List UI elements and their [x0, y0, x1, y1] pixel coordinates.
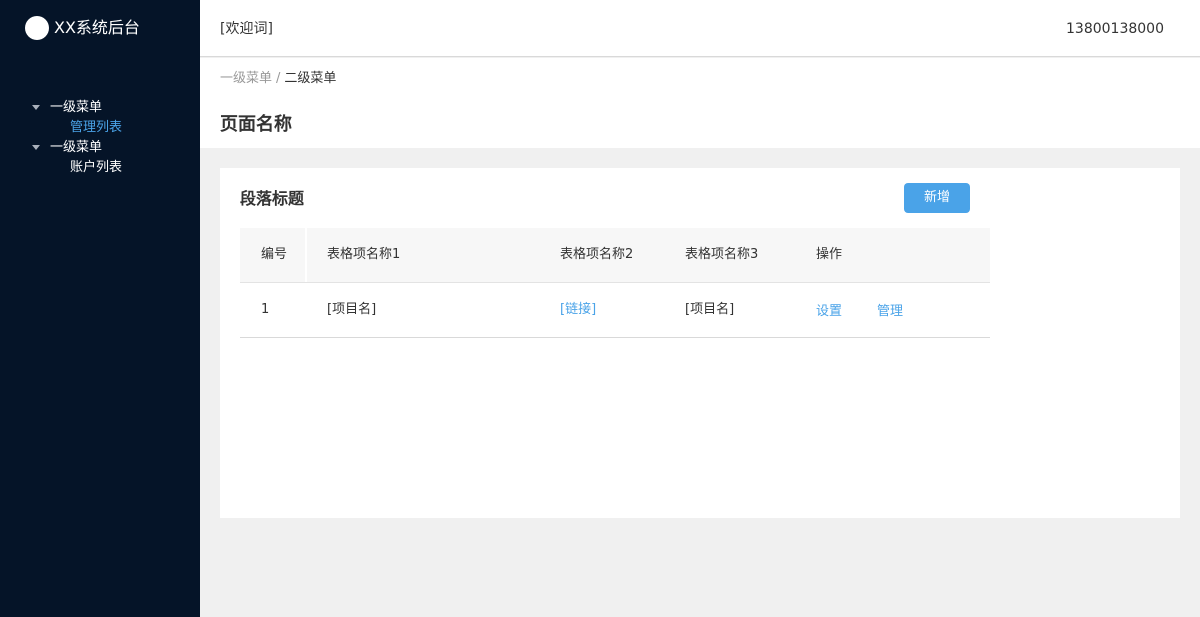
table-header-name2: 表格项名称2 [560, 247, 634, 262]
sidebar-group-1[interactable]: 一级菜单 [0, 98, 200, 118]
table-cell-link[interactable]: [链接] [560, 283, 596, 337]
app-title: XX系统后台 [54, 18, 140, 37]
table-cell-name3: [项目名] [685, 302, 735, 317]
table-header-name1: 表格项名称1 [327, 247, 401, 262]
page-title: 页面名称 [220, 114, 292, 135]
sidebar-group-label: 一级菜单 [50, 140, 103, 155]
settings-link[interactable]: 设置 [816, 285, 842, 339]
sidebar-menu: 一级菜单 管理列表 一级菜单 账户列表 [0, 98, 200, 178]
manage-link[interactable]: 管理 [877, 285, 903, 339]
caret-down-icon [32, 105, 40, 110]
table-cell-id: 1 [261, 302, 270, 317]
sidebar: XX系统后台 一级菜单 管理列表 一级菜单 账户列表 [0, 0, 200, 617]
table-header-row: 编号 表格项名称1 表格项名称2 表格项名称3 操作 [240, 228, 990, 283]
section-title: 段落标题 [240, 189, 305, 208]
data-table: 编号 表格项名称1 表格项名称2 表格项名称3 操作 1 [项目名] [链接] … [240, 228, 990, 338]
breadcrumb: 一级菜单 / 二级菜单 [220, 70, 336, 88]
app-logo[interactable]: XX系统后台 [25, 16, 140, 40]
page-header: 一级菜单 / 二级菜单 页面名称 [200, 58, 1200, 148]
sidebar-item-manage-list[interactable]: 管理列表 [0, 118, 200, 138]
table-header-name3: 表格项名称3 [685, 247, 759, 262]
table-row: 1 [项目名] [链接] [项目名] 设置 管理 [240, 283, 990, 338]
breadcrumb-current: 二级菜单 [284, 71, 337, 86]
user-account[interactable]: 13800138000 [1066, 19, 1164, 39]
caret-down-icon [32, 145, 40, 150]
column-divider [305, 228, 307, 282]
table-cell-name1: [项目名] [327, 302, 377, 317]
sidebar-group-label: 一级菜单 [50, 100, 103, 115]
circle-logo-icon [25, 16, 49, 40]
breadcrumb-separator: / [276, 71, 281, 86]
table-header-id: 编号 [261, 247, 288, 262]
welcome-text: [欢迎词] [220, 21, 273, 37]
top-bar: [欢迎词] 13800138000 [200, 0, 1200, 57]
add-button[interactable]: 新增 [904, 183, 970, 213]
sidebar-group-2[interactable]: 一级菜单 [0, 138, 200, 158]
table-header-actions: 操作 [816, 247, 843, 262]
breadcrumb-parent[interactable]: 一级菜单 [220, 71, 272, 86]
sidebar-item-account-list[interactable]: 账户列表 [0, 158, 200, 178]
content-card: 段落标题 新增 编号 表格项名称1 表格项名称2 表格项名称3 操作 1 [项目… [220, 168, 1180, 518]
